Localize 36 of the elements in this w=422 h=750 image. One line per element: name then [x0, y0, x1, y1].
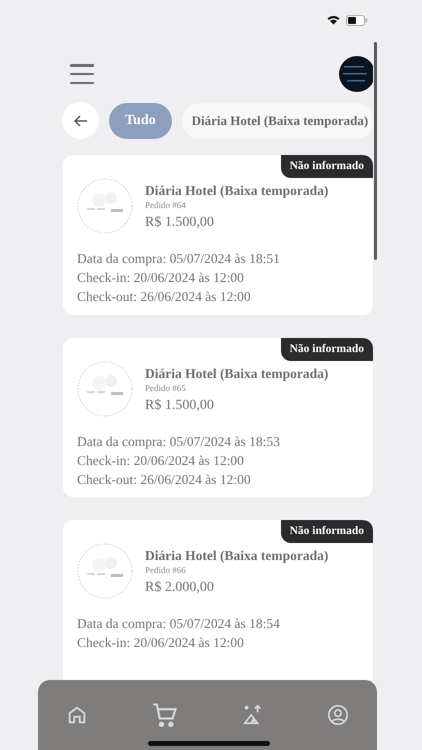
product-title: Diária Hotel (Baixa temporada): [145, 366, 328, 382]
order-detail: Data da compra: 05/07/2024 às 18:54: [77, 615, 281, 634]
status-badge: Não informado: [280, 155, 373, 178]
product-title: Diária Hotel (Baixa temporada): [145, 548, 328, 564]
order-card[interactable]: Não informado Diária Hotel (Baixa temporada) Pedido #65 R$ 1.500,00 Data da compra: 05/07/2024 às 18:53 Check-in: 20/06/2024 às 12:00 Check-out: 26/06/2024 às 12:00: [63, 338, 373, 498]
profile-icon: [327, 704, 349, 726]
order-number: Pedido #66: [145, 565, 187, 576]
price: R$ 2.000,00: [145, 580, 215, 596]
nav-button[interactable]: [66, 704, 88, 726]
menu-button[interactable]: [70, 64, 94, 84]
order-detail: Check-in: 20/06/2024 às 12:00: [77, 452, 245, 470]
nav-button[interactable]: [151, 701, 179, 729]
order-detail: Check-out: 26/06/2024 às 12:00: [77, 470, 252, 489]
order-detail: Check-in: 20/06/2024 às 12:00: [77, 269, 245, 287]
avatar[interactable]: [339, 56, 373, 92]
order-detail: Check-in: 20/06/2024 às 12:00: [77, 634, 245, 652]
battery-icon: [346, 14, 368, 26]
home-icon: [66, 704, 88, 726]
order-number: Pedido #64: [145, 200, 187, 210]
price: R$ 1.500,00: [145, 398, 215, 414]
order-card[interactable]: Não informado Diária Hotel (Baixa temporada) Pedido #66 R$ 2.000,00 Data da compra: 05/07/2024 às 18:54 Check-in: 20/06/2024 às 12:00: [63, 520, 373, 680]
back-button[interactable]: [62, 102, 99, 139]
filter-chip[interactable]: Diária Hotel (Baixa temporada): [182, 102, 373, 138]
price: R$ 1.500,00: [145, 215, 215, 231]
order-card[interactable]: Não informado Diária Hotel (Baixa temporada) Pedido #64 R$ 1.500,00 Data da compra: 05/07/2024 às 18:51 Check-in: 20/06/2024 às 12:00 Check-out: 26/06/2024 às 12:00: [63, 155, 373, 315]
back-arrow-icon: [74, 114, 88, 126]
product-title: Diária Hotel (Baixa temporada): [145, 183, 328, 199]
cart-icon: [151, 701, 179, 729]
nav-button[interactable]: [327, 704, 349, 726]
order-detail: Data da compra: 05/07/2024 às 18:53: [77, 432, 281, 451]
order-detail: Check-out: 26/06/2024 às 12:00: [77, 288, 252, 306]
order-number: Pedido #65: [145, 382, 187, 393]
wifi-icon: [327, 15, 340, 25]
order-detail: Data da compra: 05/07/2024 às 18:51: [77, 250, 281, 268]
status-badge: Não informado: [280, 520, 373, 544]
status-badge: Não informado: [280, 338, 373, 361]
